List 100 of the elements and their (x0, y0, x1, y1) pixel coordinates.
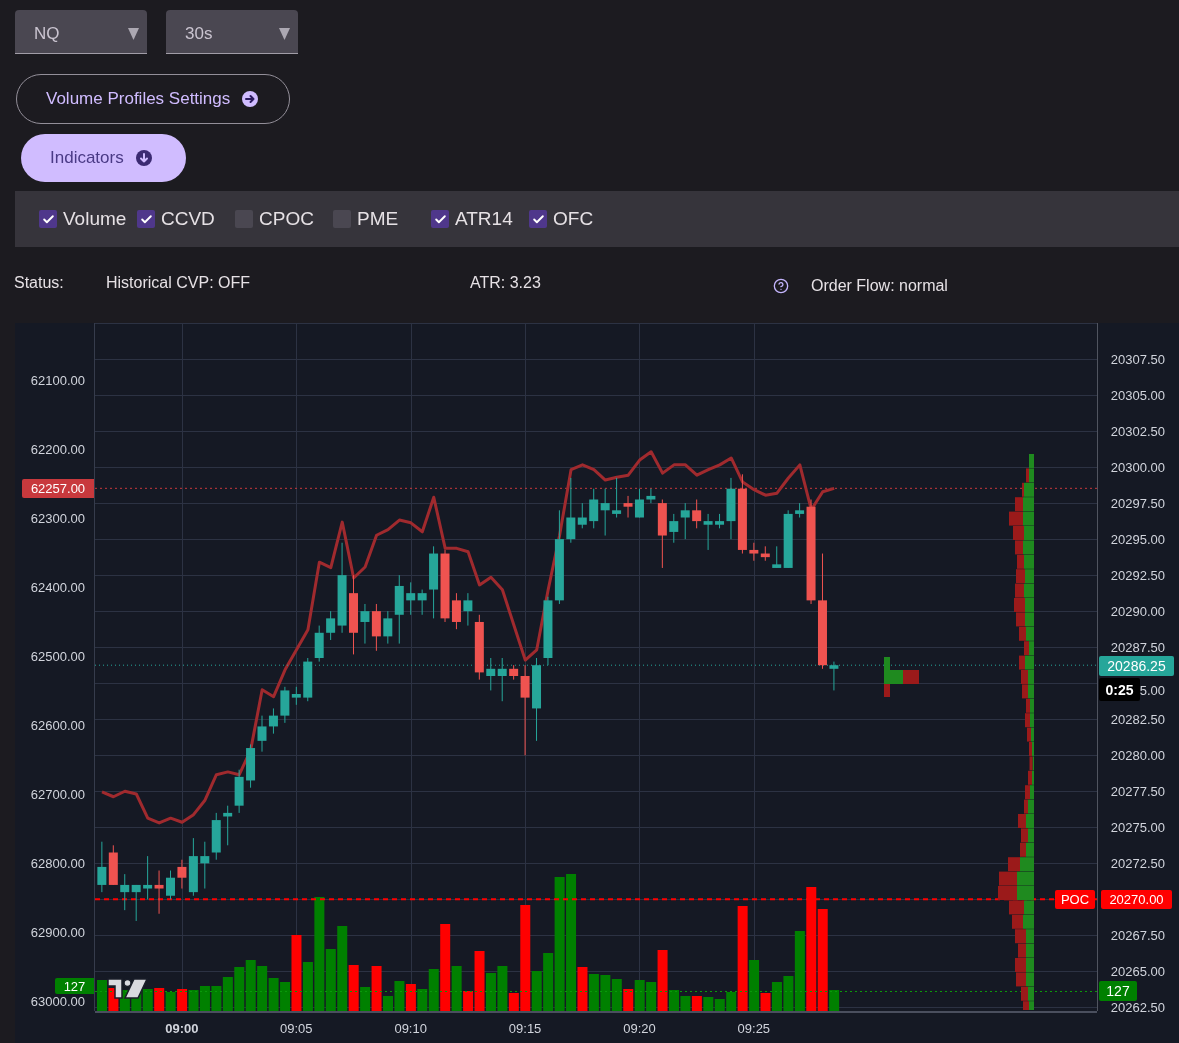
candlestick (131, 884, 141, 921)
arrow-right-circle-icon (242, 91, 259, 107)
volume-profile-row (1015, 497, 1034, 512)
axis-label: 20295.00 (1110, 532, 1165, 546)
poc-price-tag: 20270.00 (1101, 890, 1172, 910)
help-icon[interactable] (773, 278, 789, 294)
volume-profile-row (1016, 569, 1034, 584)
candlestick (486, 658, 496, 691)
symbol-select[interactable]: NQ (15, 10, 147, 54)
volume-profile-row (999, 871, 1034, 886)
caret-icon (128, 27, 139, 40)
candlestick (543, 596, 553, 666)
candlestick (257, 715, 267, 752)
volume-profile-row (1020, 842, 1034, 857)
volume-profile-row (1015, 540, 1034, 555)
volume-profile-row (1022, 684, 1034, 699)
volume-profile-row (1008, 857, 1034, 872)
volume-profile-row (1025, 713, 1034, 728)
candlestick (303, 658, 313, 702)
volume-profile-row (1022, 482, 1034, 497)
check-icon (531, 212, 545, 226)
axis-label: 62800.00 (30, 856, 85, 870)
checkbox-label: Volume (63, 208, 127, 230)
settings-button[interactable]: Volume Profiles Settings (16, 74, 290, 124)
last-price-tag: 20286.25 (1099, 656, 1174, 677)
checkbox[interactable] (529, 210, 547, 228)
volume-profile-row (1017, 554, 1034, 569)
volume-tag: 127 (55, 978, 94, 994)
candlestick (634, 488, 644, 518)
volume-profile-row (998, 886, 1034, 900)
axis-label: 20297.50 (1110, 496, 1165, 510)
checkbox-label: OFC (553, 208, 594, 230)
candlestick (692, 499, 702, 529)
logo-icon (107, 978, 149, 999)
time-label: 09:10 (394, 1022, 427, 1035)
check-icon (139, 212, 153, 226)
candlestick (143, 856, 153, 900)
volume-profile-row (1018, 814, 1034, 828)
volume-profile-row (1024, 799, 1034, 814)
candlestick (97, 841, 107, 893)
volume-profile-row (1015, 583, 1034, 598)
time-label: 09:05 (280, 1022, 313, 1035)
volume-profile-row (1021, 828, 1034, 843)
candlestick (829, 661, 839, 691)
checkbox[interactable] (431, 210, 449, 228)
axis-label: 20272.50 (1110, 856, 1165, 870)
axis-label: 62500.00 (30, 649, 85, 663)
axis-label: 62100.00 (30, 373, 85, 387)
axis-label: 62700.00 (30, 787, 85, 801)
bar-profile-drawing (884, 657, 919, 697)
atr-value: ATR: 3.23 (470, 273, 542, 293)
checkbox[interactable] (137, 210, 155, 228)
volume-profile-row (1023, 1001, 1034, 1010)
volume-profile-row (1025, 785, 1034, 800)
volume-profile-row (1016, 612, 1034, 627)
axis-label: 20267.50 (1110, 928, 1165, 942)
countdown-tag: 0:25 (1099, 678, 1140, 702)
axis-label: 20265.00 (1110, 964, 1165, 978)
candlestick (246, 744, 256, 788)
candlestick (497, 658, 507, 702)
caret-icon (279, 27, 290, 40)
candlestick (749, 542, 759, 561)
axis-label: 20287.50 (1110, 640, 1165, 654)
candlestick (211, 812, 221, 860)
candlestick (371, 603, 381, 651)
axis-label: 63000.00 (30, 994, 85, 1008)
status-text: Historical CVP: OFF (106, 273, 251, 293)
interval-select[interactable]: 30s (166, 10, 298, 54)
axis-label: 20292.50 (1110, 568, 1165, 582)
axis-label: 62600.00 (30, 718, 85, 732)
axis-label: 20307.50 (1110, 352, 1165, 366)
candlestick (417, 589, 427, 615)
axis-label: 20262.50 (1110, 1000, 1165, 1014)
candlestick (314, 625, 324, 662)
poc-tag: POC (1055, 890, 1095, 910)
candlestick (703, 513, 713, 550)
volume-profile-row (1024, 641, 1034, 656)
checkbox[interactable] (39, 210, 57, 228)
axis-label: 20302.50 (1110, 424, 1165, 438)
candlestick (200, 841, 210, 889)
indicators-button[interactable]: Indicators (21, 134, 186, 182)
axis-label: 20282.50 (1110, 712, 1165, 726)
volume-profile-row (1018, 943, 1034, 958)
axis-label: 5.00 (1139, 684, 1165, 697)
axis-label: 62300.00 (30, 511, 85, 525)
volume-profile-row (1014, 598, 1034, 612)
axis-label: 20280.00 (1110, 748, 1165, 762)
order-flow-status: Order Flow: normal (811, 276, 948, 296)
volume-profile-row (1012, 914, 1034, 929)
candlestick (268, 708, 278, 734)
time-label: 09:15 (508, 1022, 542, 1035)
checkbox-label: CPOC (259, 208, 314, 230)
axis-label: 20305.00 (1110, 388, 1165, 402)
axis-label: 20277.50 (1110, 784, 1165, 798)
axis-label: 20290.00 (1110, 604, 1165, 618)
candlestick (120, 874, 130, 911)
candlestick (108, 845, 118, 885)
checkbox-label: CCVD (161, 208, 215, 230)
checkbox-label: ATR14 (455, 208, 513, 230)
time-label: 09:25 (737, 1022, 771, 1035)
